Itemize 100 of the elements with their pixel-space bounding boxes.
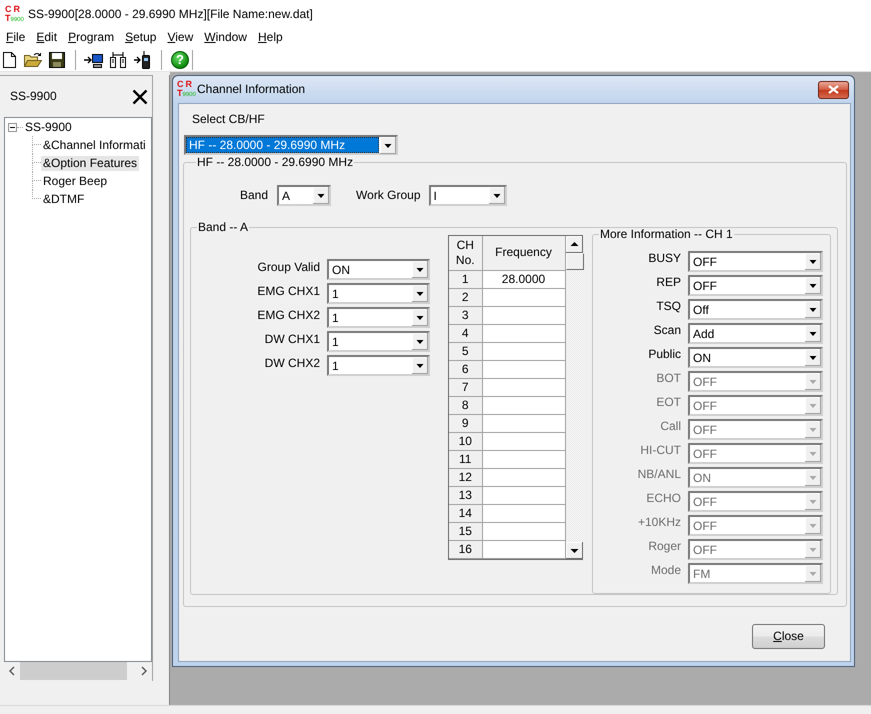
frequency-cell[interactable] <box>482 432 565 450</box>
column-header: Frequency <box>482 236 565 270</box>
window-title: SS-9900[28.0000 - 29.6990 MHz][File Name:new.dat] <box>28 6 313 22</box>
close-button[interactable] <box>818 80 849 98</box>
channel-number-cell: 8 <box>449 396 482 414</box>
channel-number-cell: 1 <box>449 270 482 288</box>
scroll-thumb[interactable] <box>20 662 127 680</box>
tree-item[interactable]: &Option Features <box>41 156 140 170</box>
frequency-cell[interactable] <box>482 486 565 504</box>
caret-icon[interactable] <box>805 349 821 366</box>
channel-number-cell: 16 <box>449 540 482 558</box>
field-label: Select CB/HF <box>192 112 266 127</box>
field-label: Scan <box>652 323 681 338</box>
setting-dropdown[interactable]: 1 <box>327 307 430 328</box>
caret-icon[interactable] <box>805 277 821 294</box>
frequency-cell[interactable] <box>482 522 565 540</box>
arrow-computer-icon[interactable] <box>84 52 104 68</box>
option-dropdown[interactable]: ON <box>688 347 823 368</box>
scroll-up-icon[interactable] <box>566 236 582 253</box>
caret-icon[interactable] <box>412 309 428 326</box>
collapse-icon[interactable] <box>8 122 17 132</box>
menu-item[interactable]: View <box>161 28 198 48</box>
frequency-cell[interactable] <box>482 360 565 378</box>
menu-item[interactable]: Setup <box>119 28 162 48</box>
channel-number-cell: 9 <box>449 414 482 432</box>
arrow-radio-icon[interactable] <box>134 50 151 68</box>
close-button[interactable]: Close <box>752 624 825 649</box>
dialog-title: Channel Information <box>197 82 306 97</box>
radios-cable-icon[interactable] <box>109 50 127 68</box>
scroll-down-icon[interactable] <box>566 542 582 559</box>
field-label: Group Valid <box>256 259 320 275</box>
scroll-thumb[interactable] <box>566 253 584 270</box>
caret-icon[interactable] <box>412 261 428 278</box>
channel-number-cell: 3 <box>449 306 482 324</box>
frequency-range-dropdown[interactable]: HF -- 28.0000 - 29.6990 MHz <box>184 135 398 155</box>
tree-item[interactable]: SS-9900 <box>23 120 74 134</box>
vertical-scrollbar[interactable] <box>566 236 584 559</box>
tree-item[interactable]: &DTMF <box>41 192 86 206</box>
setting-dropdown[interactable]: ON <box>327 259 430 280</box>
field-label: Work Group <box>356 188 420 203</box>
group-title: Band -- A <box>197 220 250 235</box>
caret-icon[interactable] <box>805 325 821 342</box>
caret-icon[interactable] <box>412 357 428 374</box>
setting-dropdown[interactable]: 1 <box>327 355 430 376</box>
option-dropdown[interactable]: Off <box>688 299 823 320</box>
frequency-cell[interactable]: 28.0000 <box>482 270 565 288</box>
menu-item[interactable]: Program <box>62 28 120 48</box>
work-group-dropdown[interactable]: I <box>428 185 506 206</box>
option-dropdown[interactable]: OFF <box>688 275 823 296</box>
frequency-cell[interactable] <box>482 468 565 486</box>
menu-item[interactable]: Help <box>252 28 288 48</box>
caret-icon[interactable] <box>805 301 821 318</box>
band-dropdown[interactable]: A <box>277 185 332 206</box>
menu-item[interactable]: Edit <box>30 28 62 48</box>
sidebar-title: SS-9900 <box>10 89 57 104</box>
field-label: EMG CHX2 <box>256 307 320 323</box>
field-label: TSQ <box>655 299 681 314</box>
field-label: DW CHX1 <box>264 331 320 347</box>
setting-dropdown[interactable]: 1 <box>327 331 430 352</box>
caret-icon[interactable] <box>412 285 428 302</box>
menu-item[interactable]: Window <box>198 28 252 48</box>
menu-item[interactable]: File <box>0 28 30 48</box>
caret-icon[interactable] <box>805 253 821 270</box>
frequency-cell[interactable] <box>482 378 565 396</box>
close-icon[interactable] <box>132 88 148 104</box>
channel-number-cell: 7 <box>449 378 482 396</box>
column-header: CH No. <box>449 236 482 270</box>
setting-dropdown[interactable]: 1 <box>327 283 430 304</box>
frequency-cell[interactable] <box>482 396 565 414</box>
field-label: Mode <box>650 563 681 578</box>
frequency-cell[interactable] <box>482 306 565 324</box>
field-label: ECHO <box>645 491 681 506</box>
field-label: DW CHX2 <box>264 355 320 371</box>
frequency-cell[interactable] <box>482 324 565 342</box>
open-folder-icon[interactable] <box>24 52 42 68</box>
frequency-cell[interactable] <box>482 504 565 522</box>
caret-icon[interactable] <box>380 137 396 154</box>
field-label: EMG CHX1 <box>256 283 320 299</box>
field-label: REP <box>655 275 681 290</box>
caret-icon[interactable] <box>412 333 428 350</box>
frequency-cell[interactable] <box>482 540 565 558</box>
frequency-cell[interactable] <box>482 414 565 432</box>
frequency-cell[interactable] <box>482 342 565 360</box>
channel-number-cell: 11 <box>449 450 482 468</box>
save-icon[interactable] <box>49 52 65 68</box>
field-label: EOT <box>655 395 681 410</box>
channel-number-cell: 13 <box>449 486 482 504</box>
tree-item[interactable]: Roger Beep <box>41 174 110 188</box>
caret-icon[interactable] <box>313 187 330 204</box>
frequency-cell[interactable] <box>482 288 565 306</box>
field-label: Public <box>647 347 681 362</box>
frequency-cell[interactable] <box>482 450 565 468</box>
new-file-icon[interactable] <box>3 52 16 68</box>
tree-item[interactable]: &Channel Informati <box>41 138 148 152</box>
field-label: +10KHz <box>636 515 681 530</box>
close-icon <box>828 85 839 94</box>
caret-icon[interactable] <box>488 187 504 204</box>
option-dropdown[interactable]: OFF <box>688 251 823 272</box>
option-dropdown[interactable]: Add <box>688 323 823 344</box>
field-label: Roger <box>647 539 681 554</box>
